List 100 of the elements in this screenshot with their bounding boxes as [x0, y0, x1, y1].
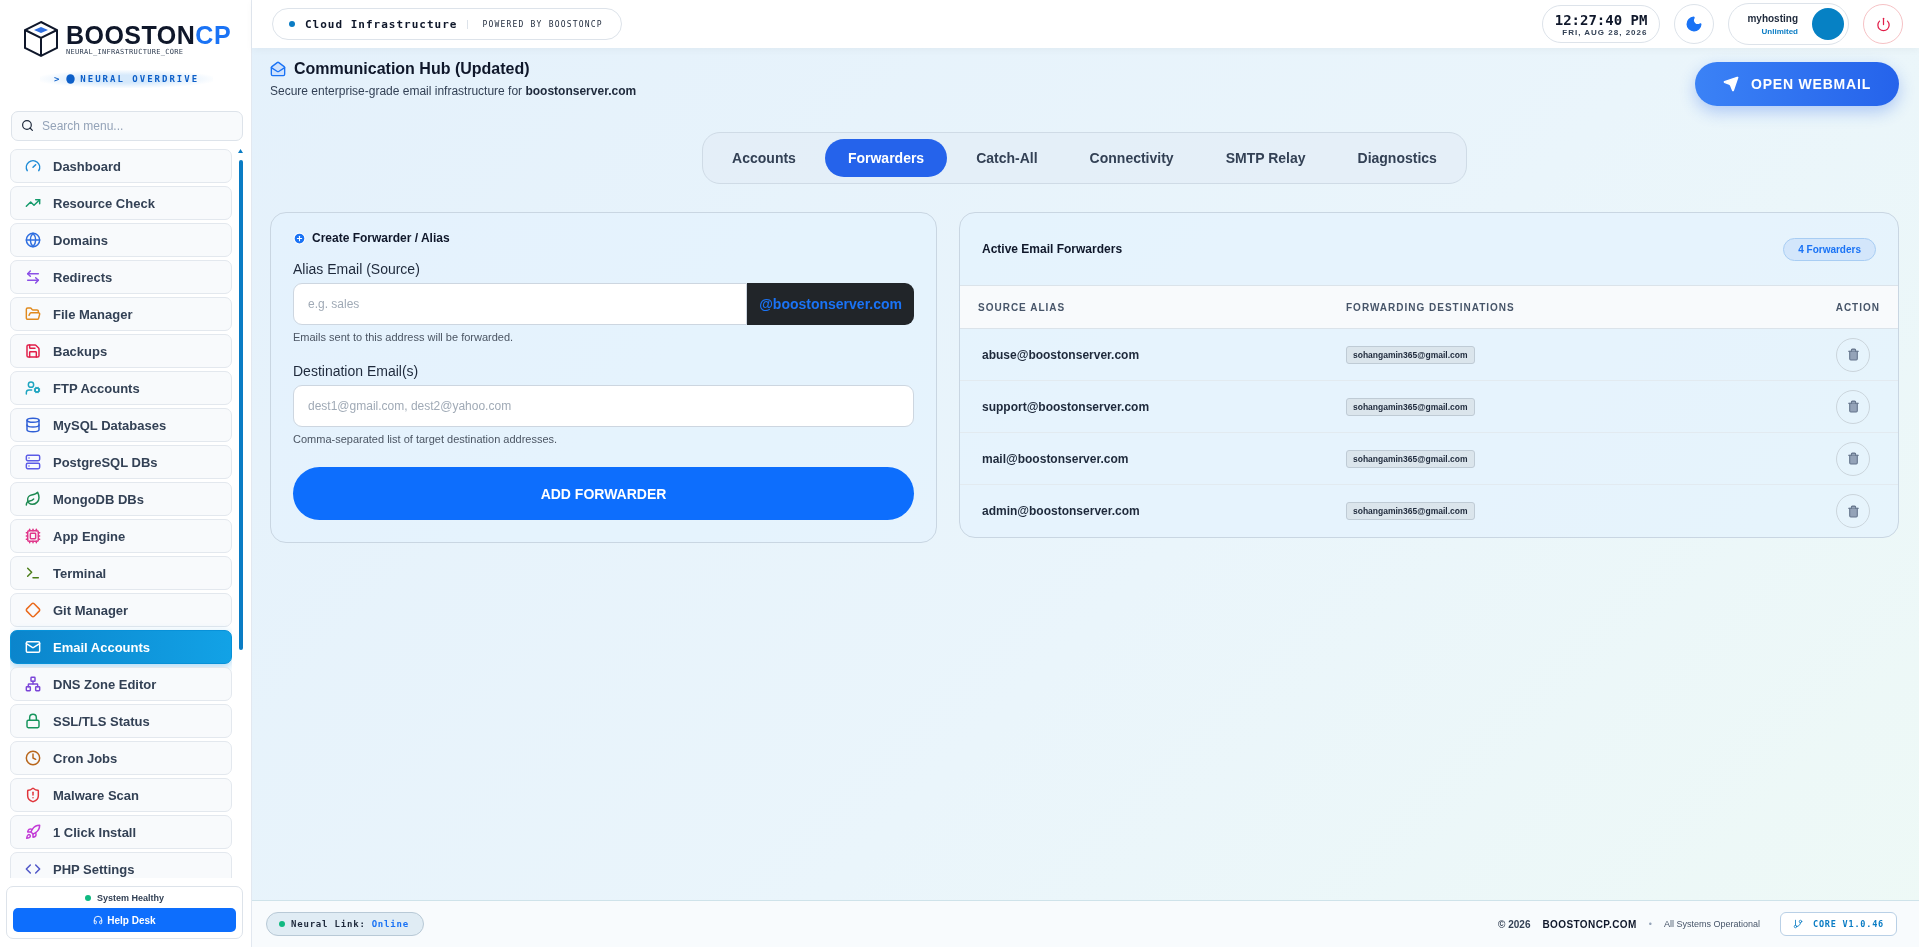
card-title: Active Email Forwarders [982, 242, 1123, 256]
sidebar-item[interactable]: Malware Scan [10, 778, 232, 812]
count-badge: 4 Forwarders [1783, 237, 1876, 261]
tab[interactable]: SMTP Relay [1202, 139, 1329, 177]
link-status: Online [371, 919, 409, 929]
field-hint: Emails sent to this address will be forwarded. [293, 331, 515, 343]
alias-input-field[interactable]: e.g. sales [293, 283, 748, 325]
trash-icon [1846, 348, 1860, 361]
headset-icon [93, 915, 104, 925]
theme-toggle-button[interactable] [1674, 4, 1715, 44]
field-label: Destination Email(s) [293, 363, 420, 379]
version-label: CORE V1.0.46 [1813, 919, 1884, 929]
mail-open-icon [270, 61, 286, 77]
link-label: Neural Link: [291, 919, 366, 929]
context-label: Cloud Infrastructure [305, 17, 458, 31]
shield-icon [25, 787, 41, 803]
chip-icon [25, 528, 41, 544]
plan-label: Unlimited [1761, 26, 1798, 36]
clock-icon [25, 750, 41, 766]
separator-dot: • [1648, 919, 1652, 929]
destination-input-field[interactable]: dest1@gmail.com, dest2@yahoo.com [293, 385, 914, 427]
database-icon [25, 417, 41, 433]
server-icon [25, 454, 41, 470]
copyright: © 2026 [1498, 918, 1531, 930]
brain-icon [66, 74, 76, 84]
power-icon [1875, 16, 1891, 32]
field-label: Alias Email (Source) [293, 261, 421, 277]
sidebar-item[interactable]: Resource Check [10, 186, 232, 220]
prompt-glyph: > [53, 74, 62, 84]
link-dot [279, 921, 285, 927]
arrows-icon [25, 269, 41, 285]
send-icon [1722, 76, 1739, 92]
clock-date: FRI, AUG 28, 2026 [1562, 27, 1648, 37]
source-alias: mail@boostonserver.com [982, 451, 1129, 466]
source-alias: abuse@boostonserver.com [982, 347, 1140, 362]
sidebar-item[interactable]: Domains [10, 223, 232, 257]
diamond-icon [25, 602, 41, 618]
sidebar-item[interactable]: Git Manager [10, 593, 232, 627]
search-field[interactable]: Search menu... [11, 111, 243, 141]
sidebar-item[interactable]: DNS Zone Editor [10, 667, 232, 701]
leaf-icon [25, 491, 41, 507]
tab[interactable]: Forwarders [824, 139, 948, 177]
domain-suffix: @boostonserver.com [747, 283, 914, 325]
card-title: Create Forwarder / Alias [312, 231, 450, 245]
sidebar-item[interactable]: PHP Settings [10, 852, 232, 878]
sidebar-item[interactable]: File Manager [10, 297, 232, 331]
sidebar-item[interactable]: Backups [10, 334, 232, 368]
brand-name: BOOSTONCP [65, 22, 232, 48]
floppy-icon [25, 343, 41, 359]
page-subtitle: Secure enterprise-grade email infrastructure for boostonserver.com [270, 84, 637, 98]
gauge-icon [25, 158, 41, 174]
lock-icon [25, 713, 41, 729]
user-icon [25, 380, 41, 396]
system-status: All Systems Operational [1663, 919, 1760, 929]
mode-label: NEURAL OVERDRIVE [80, 74, 200, 84]
sidebar-item[interactable]: Cron Jobs [10, 741, 232, 775]
sidebar-item[interactable]: Email Accounts [10, 630, 232, 664]
sidebar-item[interactable]: Dashboard [10, 149, 232, 183]
sidebar-item[interactable]: Terminal [10, 556, 232, 590]
sidebar-item[interactable]: PostgreSQL DBs [10, 445, 232, 479]
sidebar-item[interactable]: MySQL Databases [10, 408, 232, 442]
sidebar-item[interactable]: Redirects [10, 260, 232, 294]
scroll-up-icon [238, 149, 243, 153]
source-alias: admin@boostonserver.com [982, 504, 1140, 518]
trash-icon [1846, 452, 1860, 465]
field-hint: Comma-separated list of target destination addresses. [293, 433, 559, 445]
status-label: System Healthy [97, 893, 164, 903]
help-desk-button[interactable]: Help Desk [13, 908, 236, 932]
tab[interactable]: Diagnostics [1334, 139, 1460, 177]
network-icon [25, 676, 41, 692]
page-title: Communication Hub (Updated) [294, 60, 530, 78]
sidebar-item[interactable]: App Engine [10, 519, 232, 553]
destination-chip: sohangamin365@gmail.com [1346, 397, 1475, 416]
plus-icon [293, 231, 306, 245]
tab[interactable]: Catch-All [953, 139, 1061, 177]
power-button[interactable] [1863, 4, 1903, 44]
sidebar-item[interactable]: FTP Accounts [10, 371, 232, 405]
cube-logo-icon [21, 20, 60, 58]
column-header: FORWARDING DESTINATIONS [1346, 285, 1808, 329]
clock-time: 12:27:40 PM [1554, 11, 1648, 28]
rocket-icon [25, 824, 41, 840]
branch-icon [1793, 919, 1803, 929]
tab[interactable]: Accounts [709, 139, 819, 177]
trash-icon [1846, 504, 1860, 518]
sidebar-item[interactable]: MongoDB DBs [10, 482, 232, 516]
tab[interactable]: Connectivity [1066, 139, 1197, 177]
open-webmail-button[interactable]: OPEN WEBMAIL [1694, 62, 1899, 106]
scrollbar-thumb[interactable] [238, 160, 243, 650]
context-dot [289, 21, 295, 27]
destination-chip: sohangamin365@gmail.com [1346, 502, 1475, 520]
sidebar-item[interactable]: 1 Click Install [10, 815, 232, 849]
terminal-icon [25, 565, 41, 581]
source-alias: support@boostonserver.com [982, 399, 1150, 414]
column-header: ACTION [1808, 285, 1898, 329]
sidebar-item[interactable]: SSL/TLS Status [10, 704, 232, 738]
user-name: myhosting [1747, 12, 1798, 24]
powered-by-label: POWERED BY BOOSTONCP [467, 19, 603, 29]
moon-icon [1685, 15, 1704, 33]
add-forwarder-button[interactable]: ADD FORWARDER [293, 467, 914, 520]
avatar [1812, 8, 1844, 40]
